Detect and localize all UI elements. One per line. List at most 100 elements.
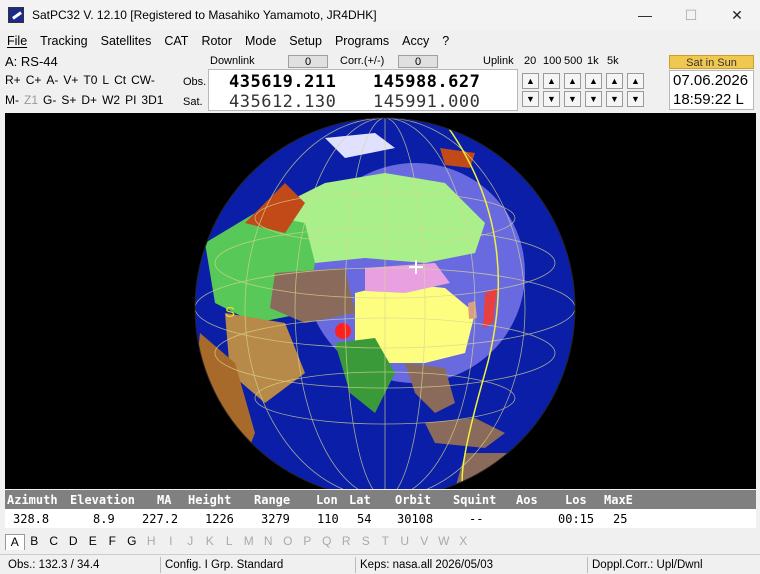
tab-f[interactable]: F [103,534,123,550]
toggle-d[interactable]: D+ [81,93,97,107]
tab-b[interactable]: B [25,534,45,550]
tab-k[interactable]: K [200,534,220,550]
sat-downlink-frequency: 435612.130 [229,92,337,112]
step-20[interactable]: 20 [524,55,536,67]
step-500[interactable]: 500 [564,55,582,67]
menu-help[interactable]: ? [435,34,455,48]
value-los: 00:15 [558,512,595,526]
menu-programs[interactable]: Programs [328,34,395,48]
step-up-6[interactable]: ▲ [627,73,644,89]
step-down-2[interactable]: ▼ [543,91,560,107]
tab-q[interactable]: Q [317,534,337,550]
toggle-w[interactable]: W2 [102,93,120,107]
tab-p[interactable]: P [298,534,318,550]
step-up-4[interactable]: ▲ [585,73,602,89]
menu-bar: File Tracking Satellites CAT Rotor Mode … [0,32,760,50]
tab-a[interactable]: A [5,534,25,550]
maximize-button[interactable]: ☐ [668,0,714,30]
value-orbit: 30108 [397,512,434,526]
step-down-5[interactable]: ▼ [606,91,623,107]
value-ma: 227.2 [142,512,179,526]
header-lon: Lon [316,493,338,507]
sat-label: Sat. [183,96,203,108]
step-5k[interactable]: 5k [607,55,619,67]
close-button[interactable]: ✕ [714,0,760,30]
header-aos: Aos [516,493,538,507]
toggle-a[interactable]: A- [46,73,58,87]
tab-u[interactable]: U [395,534,415,550]
tab-d[interactable]: D [64,534,84,550]
step-down-6[interactable]: ▼ [627,91,644,107]
menu-satellites[interactable]: Satellites [94,34,158,48]
toggle-3d[interactable]: 3D1 [141,93,163,107]
tab-m[interactable]: M [239,534,259,550]
tab-w[interactable]: W [434,534,454,550]
active-satellite-name: A: RS-44 [5,54,58,69]
toggle-g[interactable]: G- [43,93,56,107]
correction-field[interactable]: 0 [398,55,438,68]
toggle-z[interactable]: Z1 [24,93,38,107]
step-up-3[interactable]: ▲ [564,73,581,89]
satpc32-app-icon[interactable] [8,7,24,23]
toggle-m[interactable]: M- [5,93,19,107]
header-orbit: Orbit [395,493,432,507]
tab-r[interactable]: R [337,534,357,550]
toggle-pi[interactable]: PI [125,93,136,107]
tab-s[interactable]: S [356,534,376,550]
tab-g[interactable]: G [122,534,142,550]
tab-j[interactable]: J [181,534,201,550]
menu-rotor[interactable]: Rotor [194,34,238,48]
tab-e[interactable]: E [83,534,103,550]
header-maxe: MaxE [604,493,633,507]
downlink-offset-field[interactable]: 0 [288,55,328,68]
tab-l[interactable]: L [220,534,240,550]
tab-n[interactable]: N [259,534,279,550]
control-buttons-row1: R+ C+ A- V+ T0 L Ct CW- [5,73,160,87]
step-down-1[interactable]: ▼ [522,91,539,107]
minimize-button[interactable]: — [622,0,668,30]
tab-t[interactable]: T [376,534,396,550]
menu-mode[interactable]: Mode [238,34,282,48]
step-up-1[interactable]: ▲ [522,73,539,89]
table-header: Azimuth Elevation MA Height Range Lon La… [5,490,756,509]
menu-cat[interactable]: CAT [157,34,194,48]
menu-tracking[interactable]: Tracking [33,34,93,48]
tab-c[interactable]: C [44,534,64,550]
header-elevation: Elevation [70,493,136,507]
correction-label: Corr.(+/-) [340,55,385,67]
menu-setup[interactable]: Setup [282,34,328,48]
tab-i[interactable]: I [161,534,181,550]
tracking-data-table: Azimuth Elevation MA Height Range Lon La… [5,490,756,528]
toggle-r[interactable]: R+ [5,73,21,87]
step-up-5[interactable]: ▲ [606,73,623,89]
downlink-label: Downlink [210,55,255,67]
tab-h[interactable]: H [142,534,162,550]
header-lat: Lat [349,493,371,507]
header-azimuth: Azimuth [7,493,58,507]
step-100[interactable]: 100 [543,55,561,67]
step-down-3[interactable]: ▼ [564,91,581,107]
toggle-cw[interactable]: CW- [131,73,155,87]
toggle-c[interactable]: C+ [26,73,42,87]
step-1k[interactable]: 1k [587,55,599,67]
tab-v[interactable]: V [415,534,435,550]
menu-accy[interactable]: Accy [395,34,435,48]
tab-o[interactable]: O [278,534,298,550]
menu-file[interactable]: File [0,34,33,48]
toggle-t[interactable]: T0 [83,73,97,87]
toggle-v[interactable]: V+ [63,73,78,87]
status-doppler: Doppl.Corr.: Upl/Dwnl [587,557,703,573]
header-height: Height [188,493,232,507]
control-panel: A: RS-44 R+ C+ A- V+ T0 L Ct CW- M- Z1 G… [0,52,760,112]
step-up-2[interactable]: ▲ [543,73,560,89]
globe-svg: S [5,113,756,489]
toggle-l[interactable]: L [102,73,109,87]
tab-x[interactable]: X [454,534,474,550]
toggle-s[interactable]: S+ [61,93,76,107]
step-down-4[interactable]: ▼ [585,91,602,107]
tracking-globe-map[interactable]: S [5,113,756,489]
status-config: Config. I Grp. Standard [160,557,283,573]
region-highlight [335,323,351,339]
toggle-ct[interactable]: Ct [114,73,126,87]
control-buttons-row2: M- Z1 G- S+ D+ W2 PI 3D1 [5,93,168,107]
